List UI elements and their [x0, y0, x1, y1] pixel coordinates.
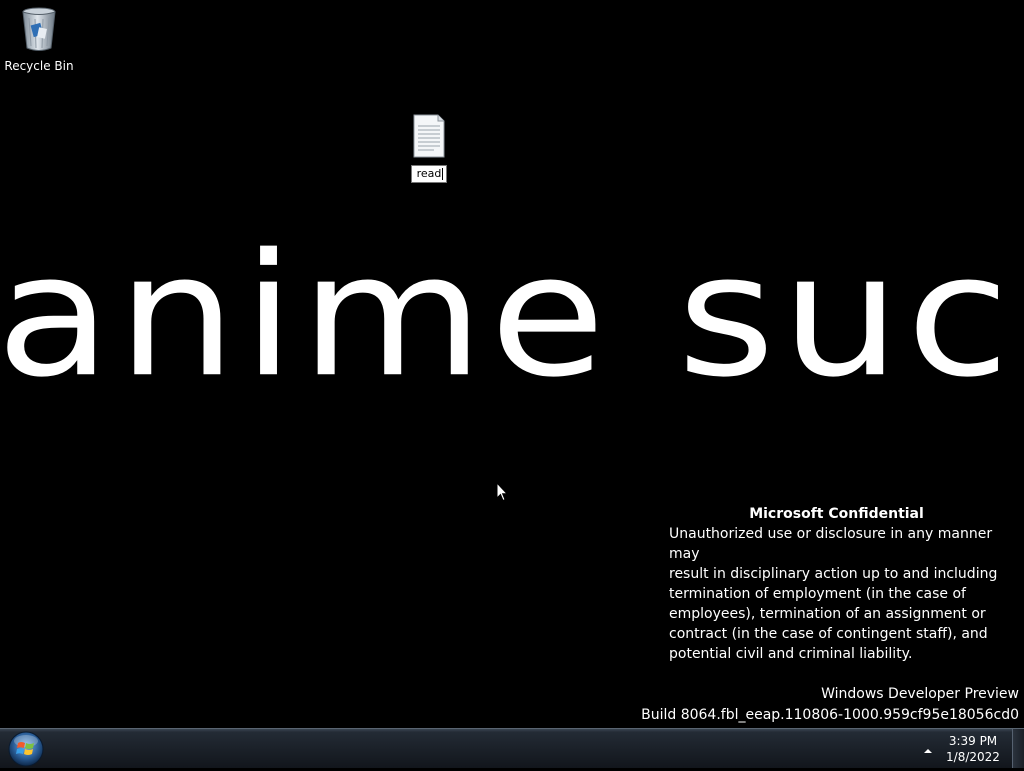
- show-desktop-button[interactable]: [1012, 729, 1024, 768]
- text-caret: [442, 168, 444, 180]
- text-document-icon: [412, 114, 446, 162]
- confidential-title: Microsoft Confidential: [749, 506, 924, 522]
- build-label: Build 8064.fbl_eeap.110806-1000.959cf95e…: [641, 707, 1019, 723]
- rename-input[interactable]: read: [410, 165, 448, 183]
- confidential-line: potential civil and criminal liability.: [669, 646, 913, 662]
- confidential-line: termination of employment (in the case o…: [669, 586, 966, 602]
- confidential-line: employees), termination of an assignment…: [669, 606, 986, 622]
- clock-date: 1/8/2022: [946, 750, 1000, 764]
- desktop[interactable]: Recycle Bin read anime sucks: [0, 0, 1024, 728]
- start-button[interactable]: [6, 731, 46, 767]
- windows-logo-icon: [6, 731, 46, 771]
- recycle-bin-icon: [20, 6, 58, 56]
- confidential-line: contract (in the case of contingent staf…: [669, 626, 988, 642]
- taskbar: 3:39 PM 1/8/2022: [0, 728, 1024, 768]
- wallpaper-text: anime sucks: [0, 217, 1024, 415]
- build-watermark: Windows Developer Preview Build 8064.fbl…: [641, 684, 1019, 726]
- recycle-bin-shortcut[interactable]: Recycle Bin: [1, 6, 77, 73]
- confidential-line: Unauthorized use or disclosure in any ma…: [669, 526, 993, 562]
- mouse-cursor-icon: [496, 481, 509, 506]
- edition-label: Windows Developer Preview: [821, 686, 1019, 702]
- chevron-up-icon[interactable]: [922, 742, 934, 754]
- recycle-bin-label: Recycle Bin: [4, 59, 74, 73]
- clock-time: 3:39 PM: [948, 734, 998, 748]
- text-document-shortcut[interactable]: read: [391, 114, 467, 183]
- rename-input-text: read: [416, 167, 442, 180]
- confidential-line: result in disciplinary action up to and …: [669, 566, 998, 582]
- system-clock[interactable]: 3:39 PM 1/8/2022: [940, 733, 1006, 765]
- confidential-notice: Microsoft Confidential Unauthorized use …: [669, 504, 1014, 664]
